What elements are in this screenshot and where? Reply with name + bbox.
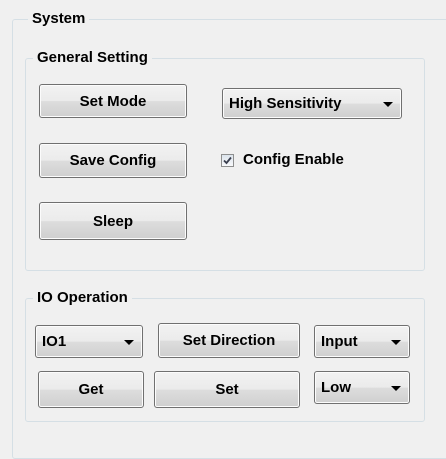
direction-select[interactable]: Input	[314, 325, 410, 358]
io-select-value: IO1	[42, 333, 67, 350]
chevron-down-icon	[383, 101, 393, 107]
set-button[interactable]: Set	[154, 371, 300, 408]
set-mode-button[interactable]: Set Mode	[39, 84, 187, 118]
sensitivity-select-value: High Sensitivity	[229, 95, 342, 112]
sleep-button[interactable]: Sleep	[39, 202, 187, 240]
general-setting-title: General Setting	[33, 49, 152, 67]
config-enable-checkbox[interactable]	[221, 154, 234, 167]
get-button[interactable]: Get	[38, 371, 144, 408]
direction-select-value: Input	[321, 333, 358, 350]
io-select[interactable]: IO1	[35, 325, 143, 358]
chevron-down-icon	[391, 339, 401, 345]
checkmark-icon	[223, 156, 232, 165]
chevron-down-icon	[124, 339, 134, 345]
chevron-down-icon	[391, 385, 401, 391]
level-select-value: Low	[321, 379, 351, 396]
config-enable-label: Config Enable	[243, 151, 344, 168]
save-config-button[interactable]: Save Config	[39, 143, 187, 178]
sensitivity-select[interactable]: High Sensitivity	[222, 88, 402, 119]
system-title: System	[28, 10, 90, 28]
io-operation-title: IO Operation	[33, 289, 132, 307]
level-select[interactable]: Low	[314, 371, 410, 404]
set-direction-button[interactable]: Set Direction	[158, 323, 300, 358]
